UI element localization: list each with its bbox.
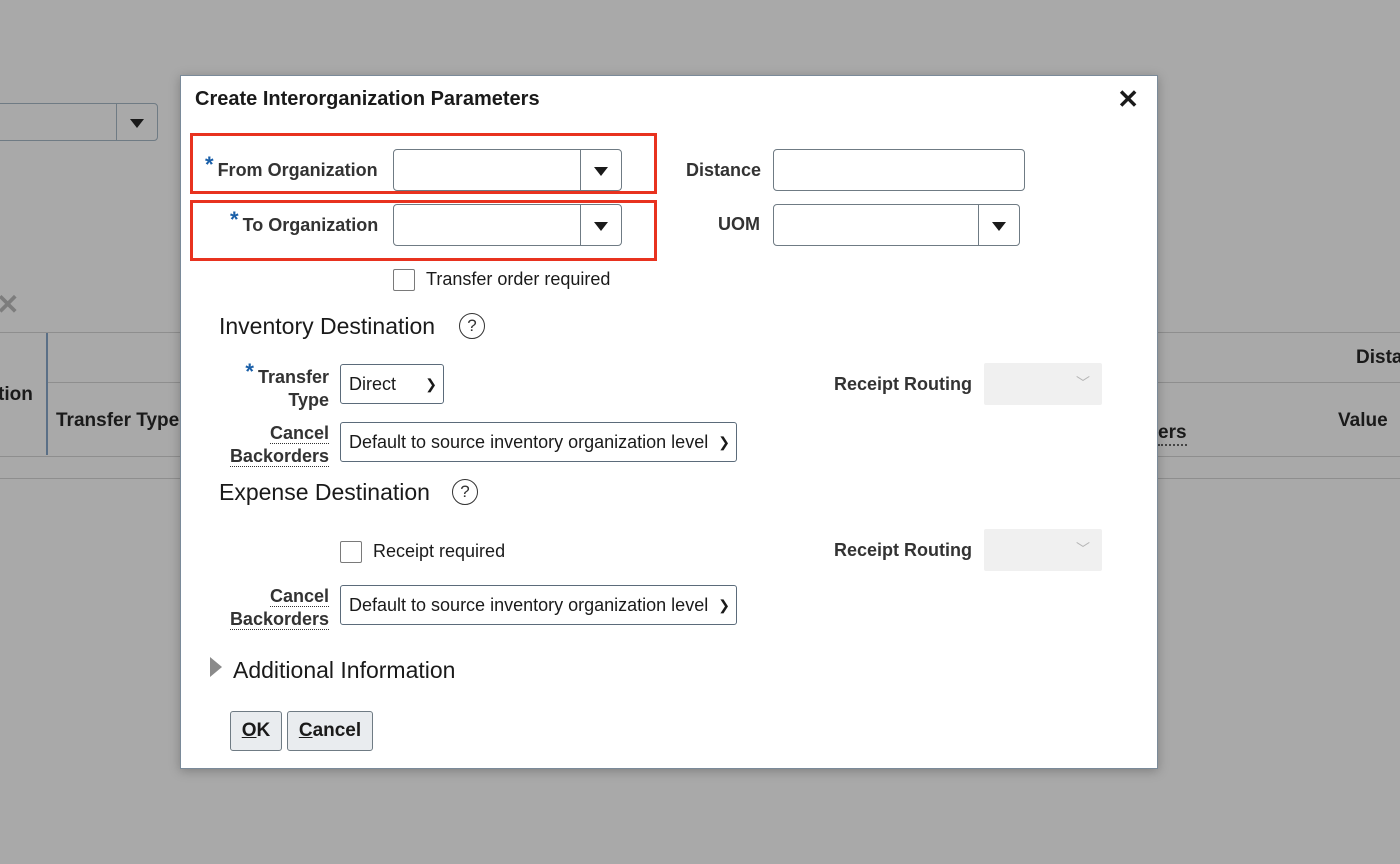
transfer-order-required-checkbox[interactable] — [393, 269, 415, 291]
ok-button[interactable]: OK — [230, 711, 282, 751]
chevron-down-icon — [594, 222, 608, 231]
background-column-value: Value — [1338, 410, 1388, 431]
required-indicator: * — [245, 359, 254, 384]
distance-label: Distance — [686, 160, 762, 180]
dialog-title: Create Interorganization Parameters — [195, 88, 540, 110]
background-select-button — [116, 104, 157, 140]
inventory-cancel-backorders-select[interactable]: Default to source inventory organization… — [340, 422, 737, 462]
to-organization-dropdown-button[interactable] — [580, 205, 621, 245]
receipt-required-checkbox[interactable] — [340, 541, 362, 563]
distance-input[interactable] — [773, 149, 1025, 191]
background-close-icon: ✕ — [0, 289, 20, 320]
create-interorganization-parameters-dialog: Create Interorganization Parameters ✕ * F… — [180, 75, 1158, 769]
to-organization-combobox[interactable] — [393, 204, 622, 246]
background-column-divider — [46, 333, 48, 455]
chevron-down-icon — [992, 222, 1006, 231]
background-select — [0, 103, 158, 141]
expense-cancel-backorders-select[interactable]: Default to source inventory organization… — [340, 585, 737, 625]
required-indicator: * — [230, 207, 239, 232]
expense-receipt-routing-label: Receipt Routing — [834, 540, 972, 560]
background-column-fragment-orders: ers — [1158, 422, 1187, 446]
help-icon[interactable]: ? — [459, 313, 485, 339]
inventory-receipt-routing-select: ﹀ — [984, 363, 1102, 405]
chevron-down-icon: ﹀ — [1076, 541, 1090, 557]
help-icon[interactable]: ? — [452, 479, 478, 505]
from-organization-dropdown-button[interactable] — [580, 150, 621, 190]
background-column-fragment: tion — [0, 384, 33, 405]
expense-destination-heading: Expense Destination — [219, 479, 430, 505]
chevron-down-icon: ﹀ — [1076, 375, 1090, 391]
inventory-cancel-backorders-label: Cancel Backorders — [229, 423, 329, 467]
inventory-destination-heading: Inventory Destination — [219, 313, 436, 339]
transfer-type-select[interactable]: Direct ❯ — [340, 364, 444, 404]
expense-receipt-routing-select: ﹀ — [984, 529, 1102, 571]
from-organization-combobox[interactable] — [393, 149, 622, 191]
from-organization-label: * From Organization — [205, 152, 378, 180]
required-indicator: * — [205, 152, 214, 177]
chevron-down-icon: ❯ — [718, 597, 730, 613]
chevron-down-icon: ❯ — [718, 434, 730, 450]
chevron-down-icon — [130, 119, 144, 128]
background-column-transfer-type: Transfer Type — [56, 410, 180, 431]
uom-dropdown-button[interactable] — [978, 205, 1019, 245]
close-icon[interactable]: ✕ — [1117, 84, 1139, 114]
chevron-down-icon — [594, 167, 608, 176]
receipt-required-label: Receipt required — [373, 541, 506, 561]
cancel-button[interactable]: Cancel — [287, 711, 373, 751]
transfer-order-required-label: Transfer order required — [426, 269, 611, 289]
uom-combobox[interactable] — [773, 204, 1020, 246]
inventory-receipt-routing-label: Receipt Routing — [834, 374, 972, 394]
chevron-down-icon: ❯ — [425, 376, 437, 392]
background-column-distance: Dista — [1356, 347, 1400, 368]
expense-cancel-backorders-label: Cancel Backorders — [229, 586, 329, 630]
uom-label: UOM — [718, 214, 760, 234]
expand-triangle-icon[interactable] — [210, 657, 222, 677]
to-organization-label: * To Organization — [230, 207, 379, 235]
additional-information-heading[interactable]: Additional Information — [233, 657, 455, 684]
transfer-type-label: * Transfer Type — [245, 359, 329, 410]
